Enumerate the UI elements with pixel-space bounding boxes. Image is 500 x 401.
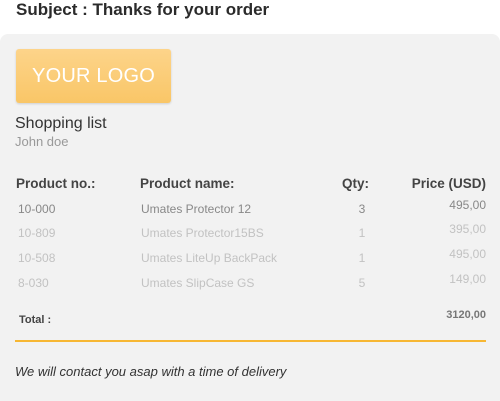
table-row: 8-030 Umates SlipCase GS 5 149,00	[0, 272, 500, 296]
cell-product-name: Umates SlipCase GS	[141, 276, 255, 290]
total-divider	[15, 340, 486, 342]
header-qty: Qty:	[342, 176, 369, 191]
table-row: 10-000 Umates Protector 12 3 495,00	[0, 198, 500, 222]
email-subject: Subject : Thanks for your order	[16, 0, 270, 19]
total-label: Total :	[19, 314, 52, 326]
cell-price: 495,00	[449, 247, 486, 261]
shopping-list-title: Shopping list	[15, 115, 107, 132]
cell-qty: 1	[358, 226, 366, 240]
email-body-card: YOUR LOGO Shopping list John doe Product…	[0, 34, 500, 401]
customer-name: John doe	[15, 134, 69, 149]
table-row: 10-809 Umates Protector15BS 1 395,00	[0, 222, 500, 246]
header-product-name: Product name:	[140, 176, 235, 191]
cell-price: 149,00	[449, 272, 486, 286]
table-row: 10-508 Umates LiteUp BackPack 1 495,00	[0, 247, 500, 271]
header-product-no: Product no.:	[16, 176, 96, 191]
cell-product-no: 8-030	[18, 276, 49, 290]
logo-placeholder: YOUR LOGO	[16, 49, 171, 103]
cell-product-no: 10-508	[18, 251, 56, 265]
cell-qty: 1	[358, 251, 366, 265]
cell-product-name: Umates LiteUp BackPack	[141, 251, 278, 265]
cell-qty: 3	[358, 202, 366, 216]
cell-product-name: Umates Protector 12	[141, 202, 252, 216]
delivery-note: We will contact you asap with a time of …	[15, 364, 287, 379]
cell-product-no: 10-000	[18, 202, 56, 216]
cell-qty: 5	[358, 276, 366, 290]
cell-product-no: 10-809	[18, 226, 56, 240]
cell-product-name: Umates Protector15BS	[141, 226, 264, 240]
email-preview: Subject : Thanks for your order YOUR LOG…	[0, 0, 500, 401]
cell-price: 395,00	[449, 222, 486, 236]
cell-price: 495,00	[449, 198, 486, 212]
header-price: Price (USD)	[411, 176, 486, 191]
total-value: 3120,00	[446, 309, 486, 321]
